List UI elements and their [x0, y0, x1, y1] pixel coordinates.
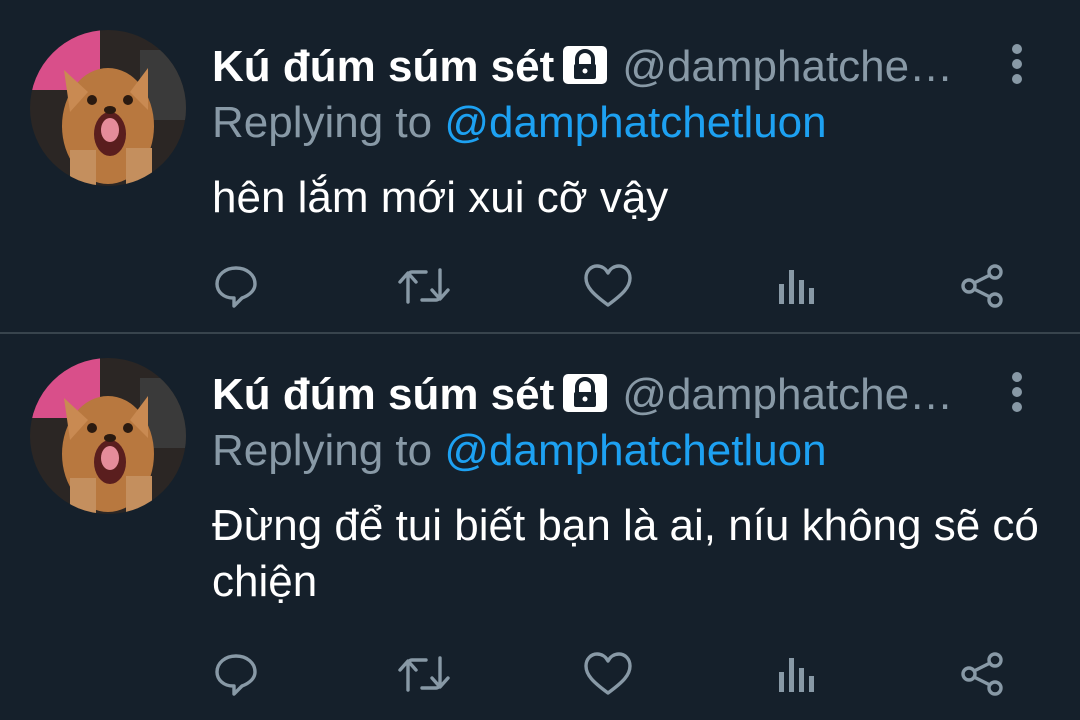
reply-icon[interactable] [208, 258, 264, 314]
tweet-header: Kú đúm súm sét @damphatche… [212, 38, 1002, 96]
tweet[interactable]: Kú đúm súm sét @damphatche… Replying to @… [0, 0, 1080, 332]
replying-to: Replying to @damphatchetluon [212, 94, 827, 152]
tweet-actions [0, 646, 1080, 702]
replying-to: Replying to @damphatchetluon [212, 422, 827, 480]
more-options-icon[interactable] [1000, 42, 1034, 86]
display-name[interactable]: Kú đúm súm sét [212, 42, 554, 91]
more-options-icon[interactable] [1000, 370, 1034, 414]
tweet[interactable]: Kú đúm súm sét @damphatche… Replying to @… [0, 334, 1080, 720]
replying-to-label: Replying to [212, 426, 433, 475]
like-icon[interactable] [580, 646, 636, 702]
retweet-icon[interactable] [396, 646, 452, 702]
display-name[interactable]: Kú đúm súm sét [212, 370, 554, 419]
lock-icon [562, 42, 608, 100]
avatar[interactable] [30, 30, 186, 186]
like-icon[interactable] [580, 258, 636, 314]
tweet-header: Kú đúm súm sét @damphatche… [212, 366, 1002, 424]
reply-icon[interactable] [208, 646, 264, 702]
tweet-text: Đừng để tui biết bạn là ai, níu không sẽ… [212, 501, 1039, 606]
avatar[interactable] [30, 358, 186, 514]
retweet-icon[interactable] [396, 258, 452, 314]
share-icon[interactable] [954, 258, 1010, 314]
timeline: Kú đúm súm sét @damphatche… Replying to @… [0, 0, 1080, 720]
analytics-icon[interactable] [768, 258, 824, 314]
analytics-icon[interactable] [768, 646, 824, 702]
mention-link[interactable]: @damphatchetluon [444, 426, 826, 475]
replying-to-label: Replying to [212, 98, 433, 147]
tweet-actions [0, 258, 1080, 314]
mention-link[interactable]: @damphatchetluon [444, 98, 826, 147]
handle[interactable]: @damphatche… [622, 370, 953, 419]
tweet-text: hên lắm mới xui cỡ vậy [212, 173, 669, 222]
lock-icon [562, 370, 608, 428]
handle[interactable]: @damphatche… [622, 42, 953, 91]
share-icon[interactable] [954, 646, 1010, 702]
